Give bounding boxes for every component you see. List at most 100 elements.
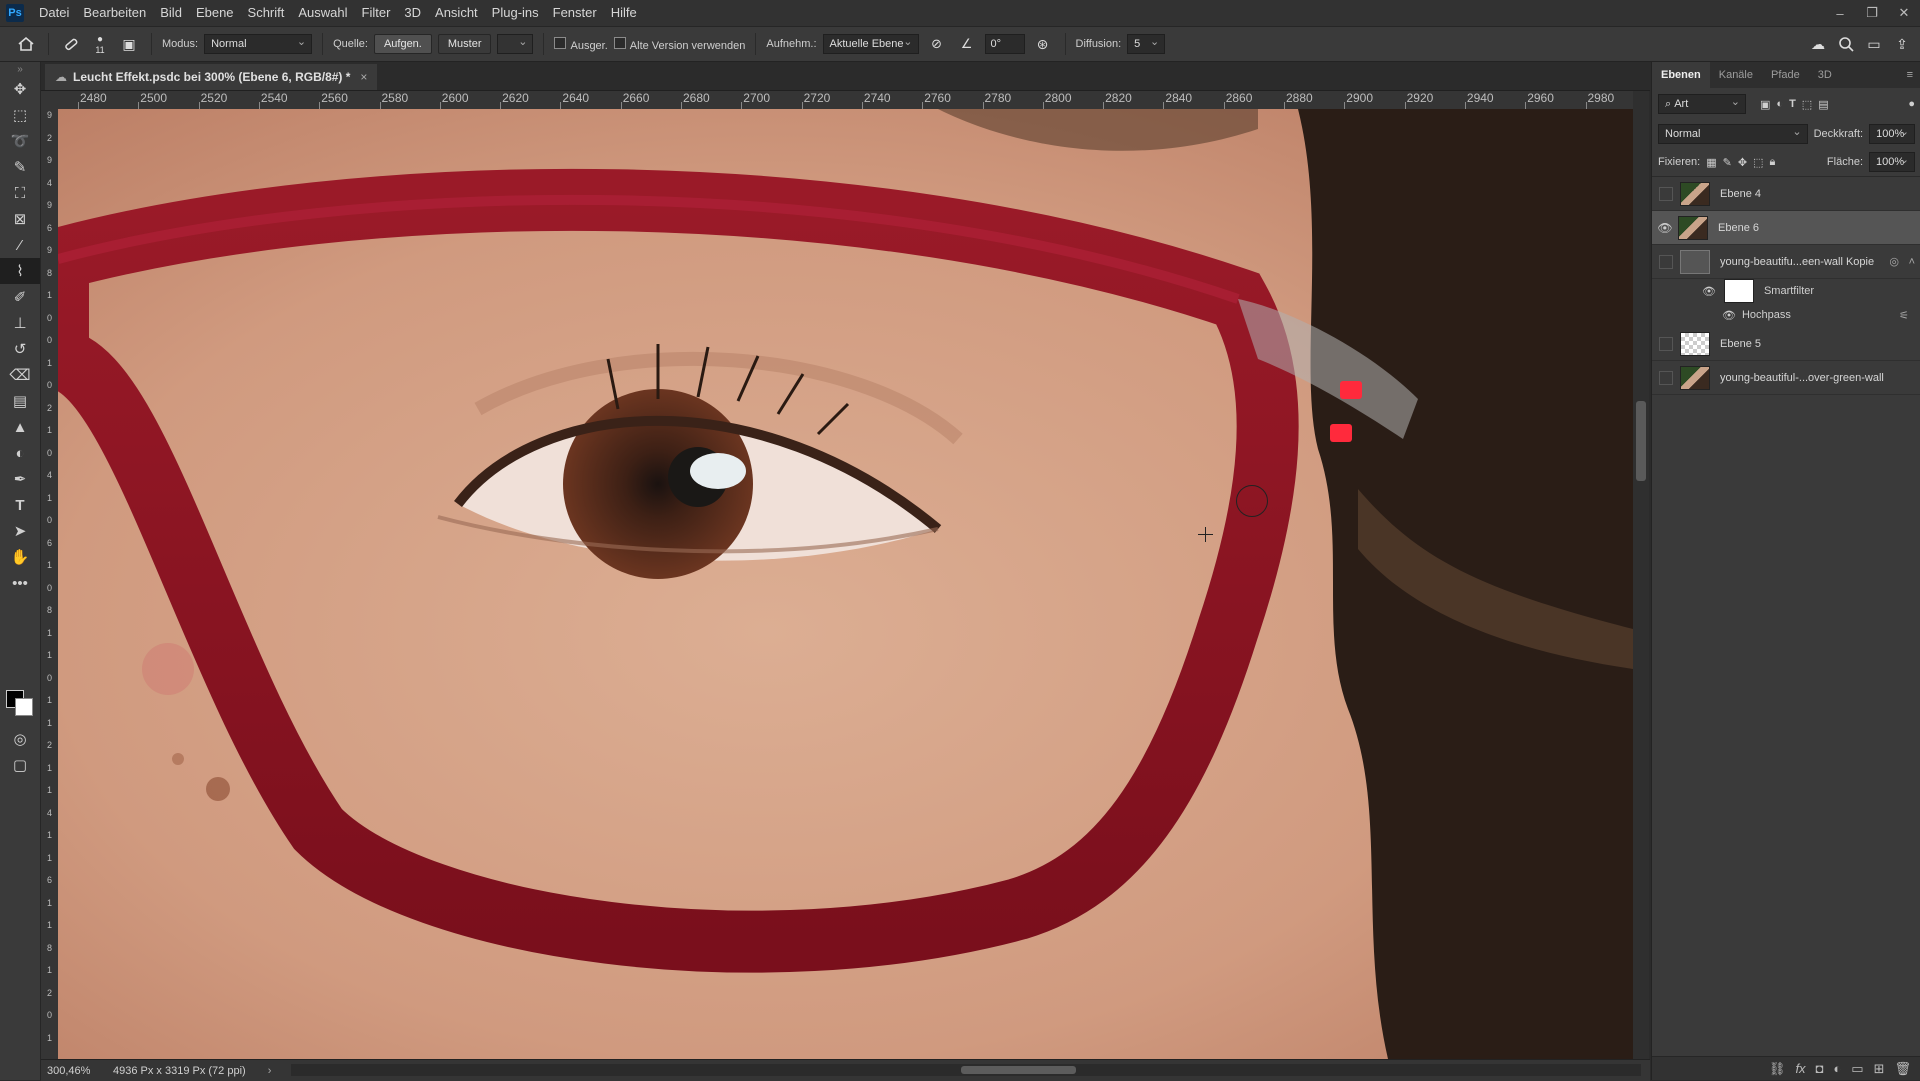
alte-version-checkbox-box[interactable] — [613, 36, 626, 49]
alte-version-checkbox[interactable]: Alte Version verwenden — [613, 36, 745, 52]
dodge-tool-icon[interactable]: ◐ — [0, 440, 40, 466]
magic-wand-tool-icon[interactable]: ✎ — [0, 154, 40, 180]
adjustment-layer-icon[interactable]: ◐ — [1833, 1061, 1841, 1076]
visibility-toggle[interactable] — [1659, 336, 1673, 351]
home-icon[interactable] — [14, 32, 38, 56]
lock-position-icon[interactable]: ✥ — [1738, 156, 1747, 169]
link-layers-icon[interactable]: ⛓ — [1769, 1061, 1786, 1077]
history-brush-tool-icon[interactable]: ↺ — [0, 336, 40, 362]
fill-input[interactable]: 100% — [1869, 152, 1915, 172]
gradient-tool-icon[interactable]: ▤ — [0, 388, 40, 414]
hochpass-row[interactable]: 👁︎ Hochpass ⚟ — [1652, 303, 1920, 327]
eye-icon[interactable]: 👁︎ — [1702, 285, 1716, 298]
menu-bearbeiten[interactable]: Bearbeiten — [76, 0, 153, 26]
lock-artboard-icon[interactable]: ⬚ — [1753, 156, 1763, 169]
brush-tool-icon[interactable]: ✐ — [0, 284, 40, 310]
delete-layer-icon[interactable]: 🗑︎ — [1894, 1061, 1911, 1077]
quick-mask-icon[interactable]: ◎ — [0, 726, 40, 752]
lasso-tool-icon[interactable]: ➰ — [0, 128, 40, 154]
eye-icon[interactable]: 👁︎ — [1652, 221, 1678, 235]
tab-pfade[interactable]: Pfade — [1762, 62, 1809, 88]
lock-all-icon[interactable]: 🔒︎ — [1769, 156, 1775, 169]
close-document-icon[interactable]: × — [360, 70, 367, 84]
type-tool-icon[interactable]: T — [0, 492, 40, 518]
aufnehm-select[interactable]: Aktuelle Ebene — [822, 34, 919, 54]
crop-tool-icon[interactable]: ⛶ — [0, 180, 40, 206]
horizontal-scroll-thumb[interactable] — [961, 1066, 1076, 1074]
lock-image-icon[interactable]: ✎ — [1723, 156, 1732, 169]
cloud-docs-icon[interactable]: ☁ — [1806, 32, 1830, 56]
layer-row[interactable]: young-beautifu...een-wall Kopie ◎ ˄ — [1652, 245, 1920, 279]
filter-type-icon[interactable]: T — [1789, 98, 1796, 110]
horizontal-scrollbar[interactable] — [291, 1064, 1641, 1076]
healing-brush-tool-icon[interactable]: ⌇ — [0, 258, 40, 284]
filter-shape-icon[interactable]: ⬚ — [1802, 98, 1812, 111]
ignore-adjustment-layers-icon[interactable]: ⊘ — [925, 32, 949, 56]
layer-row[interactable]: Ebene 5 — [1652, 327, 1920, 361]
add-mask-icon[interactable]: ◘ — [1816, 1061, 1824, 1076]
toolbar-collapse-icon[interactable]: » — [0, 62, 40, 76]
menu-ebene[interactable]: Ebene — [189, 0, 241, 26]
more-tools-icon[interactable]: ••• — [0, 570, 40, 596]
close-window-button[interactable]: ✕ — [1888, 0, 1920, 26]
opacity-input[interactable]: 100% — [1869, 124, 1915, 144]
workspace-icon[interactable]: ▭ — [1862, 32, 1886, 56]
smartfilter-row[interactable]: 👁︎ Smartfilter — [1652, 279, 1920, 303]
visibility-toggle[interactable] — [1659, 370, 1673, 385]
tab-3d[interactable]: 3D — [1809, 62, 1841, 88]
layer-row[interactable]: Ebene 4 — [1652, 177, 1920, 211]
menu-3d[interactable]: 3D — [397, 0, 428, 26]
menu-bild[interactable]: Bild — [153, 0, 189, 26]
pen-tool-icon[interactable]: ✒ — [0, 466, 40, 492]
status-menu-arrow-icon[interactable]: › — [268, 1065, 272, 1077]
filter-options-icon[interactable]: ⚟ — [1899, 309, 1909, 322]
image-canvas[interactable] — [58, 109, 1633, 1059]
color-swatches[interactable] — [6, 686, 34, 716]
menu-hilfe[interactable]: Hilfe — [604, 0, 644, 26]
visibility-toggle[interactable] — [1659, 186, 1673, 201]
aufgen-button[interactable]: Aufgen. — [373, 34, 432, 54]
pressure-size-icon[interactable]: ⊛ — [1031, 32, 1055, 56]
layer-row-selected[interactable]: 👁︎ Ebene 6 — [1652, 211, 1920, 245]
tab-kanaele[interactable]: Kanäle — [1710, 62, 1762, 88]
menu-filter[interactable]: Filter — [355, 0, 398, 26]
document-tab[interactable]: ☁ Leucht Effekt.psdc bei 300% (Ebene 6, … — [45, 64, 378, 90]
screen-mode-icon[interactable]: ▢ — [0, 752, 40, 778]
new-layer-icon[interactable]: ⊞ — [1874, 1061, 1885, 1077]
layer-row[interactable]: young-beautiful-...over-green-wall — [1652, 361, 1920, 395]
filter-pixel-icon[interactable]: ▣ — [1760, 98, 1770, 111]
path-selection-tool-icon[interactable]: ➤ — [0, 518, 40, 544]
move-tool-icon[interactable]: ✥ — [0, 76, 40, 102]
brush-size-preset[interactable]: ● 11 — [89, 32, 111, 56]
marquee-tool-icon[interactable]: ⬚ — [0, 102, 40, 128]
tab-ebenen[interactable]: Ebenen — [1652, 62, 1710, 88]
menu-plugins[interactable]: Plug-ins — [485, 0, 546, 26]
muster-button[interactable]: Muster — [437, 34, 492, 54]
layer-style-icon[interactable]: fx — [1795, 1061, 1805, 1076]
diffusion-select[interactable]: 5 — [1127, 34, 1166, 54]
background-color-swatch[interactable] — [15, 698, 33, 716]
zoom-level[interactable]: 300,46% — [47, 1065, 91, 1077]
shape-tool-icon[interactable]: ✋ — [0, 544, 40, 570]
clone-source-panel-icon[interactable]: ▣ — [117, 32, 141, 56]
new-group-icon[interactable]: ▭ — [1851, 1061, 1863, 1077]
menu-fenster[interactable]: Fenster — [546, 0, 604, 26]
eyedropper-tool-icon[interactable]: ⁄ — [0, 232, 40, 258]
filter-toggle-icon[interactable]: ● — [1908, 98, 1915, 110]
eye-icon[interactable]: 👁︎ — [1722, 309, 1736, 322]
menu-ansicht[interactable]: Ansicht — [428, 0, 485, 26]
filter-adjustment-icon[interactable]: ◐ — [1776, 98, 1783, 110]
menu-auswahl[interactable]: Auswahl — [291, 0, 354, 26]
visibility-toggle[interactable] — [1659, 254, 1673, 269]
vertical-scrollbar[interactable] — [1633, 91, 1649, 1059]
collapse-chevron-icon[interactable]: ˄ — [1909, 256, 1915, 268]
menu-datei[interactable]: Datei — [32, 0, 76, 26]
eraser-tool-icon[interactable]: ⌫ — [0, 362, 40, 388]
restore-button[interactable]: ❐ — [1856, 0, 1888, 26]
modus-select[interactable]: Normal — [204, 34, 313, 54]
layer-filter-select[interactable]: ⌕ Art — [1658, 94, 1746, 114]
filter-smart-object-icon[interactable]: ▤ — [1818, 98, 1828, 111]
frame-tool-icon[interactable]: ⊠ — [0, 206, 40, 232]
pattern-picker[interactable] — [497, 34, 534, 54]
panel-menu-icon[interactable]: ≡ — [1907, 69, 1913, 81]
